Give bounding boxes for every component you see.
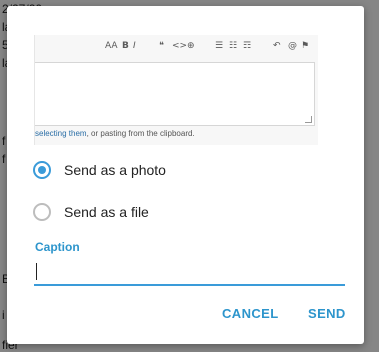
preview-hint-text: , or pasting from the clipboard.	[86, 129, 195, 138]
cancel-button[interactable]: CANCEL	[222, 306, 279, 321]
bullet-list-icon: ☰	[215, 41, 224, 51]
task-list-icon: ☶	[243, 41, 252, 51]
mention-icon: @	[288, 41, 297, 51]
caption-label: Caption	[35, 240, 80, 254]
preview-editor-area	[35, 62, 315, 126]
bold-icon: B	[122, 41, 129, 51]
preview-hint: selecting them, or pasting from the clip…	[35, 129, 195, 138]
text-caret	[36, 263, 37, 280]
code-icon: <>	[172, 41, 188, 51]
radio-checked-icon[interactable]	[33, 161, 51, 179]
send-as-file-option[interactable]: Send as a file	[33, 199, 149, 225]
quote-icon: ❝	[159, 41, 164, 51]
bookmark-icon: ⚑	[301, 41, 310, 51]
caption-input[interactable]	[34, 258, 345, 286]
reply-icon: ↶	[273, 41, 281, 51]
numbered-list-icon: ☷	[229, 41, 238, 51]
preview-toolbar: AA B I ❝ <> ⊕ ☰ ☷ ☶ ↶ @ ⚑	[35, 35, 318, 57]
send-button[interactable]: SEND	[308, 306, 346, 321]
image-preview: AA B I ❝ <> ⊕ ☰ ☷ ☶ ↶ @ ⚑ selecting them…	[34, 35, 318, 145]
preview-hint-link: selecting them	[35, 129, 87, 138]
italic-icon: I	[133, 41, 136, 51]
send-as-file-label: Send as a file	[64, 204, 149, 220]
resize-handle-icon	[305, 116, 312, 123]
send-image-dialog: AA B I ❝ <> ⊕ ☰ ☷ ☶ ↶ @ ⚑ selecting them…	[7, 6, 364, 344]
font-size-icon: AA	[105, 41, 118, 51]
link-icon: ⊕	[187, 41, 195, 51]
send-as-photo-option[interactable]: Send as a photo	[33, 157, 166, 183]
radio-unchecked-icon[interactable]	[33, 203, 51, 221]
send-as-photo-label: Send as a photo	[64, 162, 166, 178]
